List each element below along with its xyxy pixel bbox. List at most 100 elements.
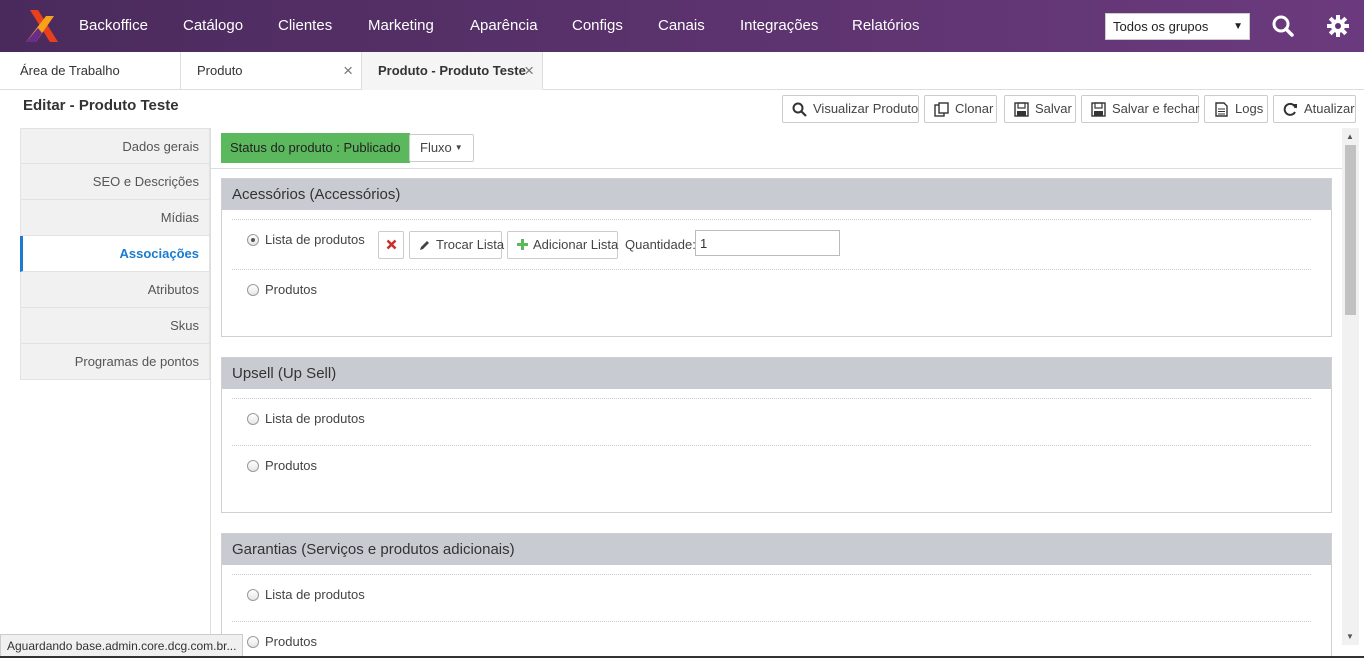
sidebar-item-atributos[interactable]: Atributos — [20, 272, 210, 308]
flow-dropdown-button[interactable]: Fluxo ▼ — [409, 134, 474, 162]
scroll-down-icon[interactable]: ▼ — [1346, 632, 1354, 641]
status-badge: Status do produto : Publicado — [221, 133, 410, 163]
divider — [232, 269, 1311, 270]
panel-title: Acessórios (Accessórios) — [222, 179, 1331, 210]
radio-unselected[interactable] — [247, 636, 259, 648]
save-close-label: Salvar e fechar — [1112, 101, 1200, 116]
panel-garantias: Garantias (Serviços e produtos adicionai… — [221, 533, 1332, 658]
group-select[interactable]: Todos os grupos ▼ — [1105, 13, 1250, 40]
remove-x-icon — [386, 239, 396, 250]
page-title: Editar - Produto Teste — [23, 97, 179, 114]
sidebar-item-associacoes[interactable]: Associações — [20, 236, 210, 272]
radio-produtos[interactable]: Produtos — [247, 634, 317, 649]
divider — [232, 219, 1311, 220]
radio-lista-de-produtos[interactable]: Lista de produtos — [247, 411, 365, 426]
nav-integracoes[interactable]: Integrações — [740, 0, 818, 52]
save-button[interactable]: Salvar — [1004, 95, 1076, 123]
flow-label: Fluxo — [420, 140, 452, 155]
radio-label: Produtos — [265, 634, 318, 649]
radio-label: Produtos — [265, 282, 318, 297]
top-navbar: Backoffice Catálogo Clientes Marketing A… — [0, 0, 1364, 52]
scroll-up-icon[interactable]: ▲ — [1346, 132, 1354, 141]
tab-produto-teste[interactable]: Produto - Produto Teste × — [362, 52, 543, 90]
clone-button[interactable]: Clonar — [924, 95, 997, 123]
nav-backoffice[interactable]: Backoffice — [79, 0, 148, 52]
radio-label: Lista de produtos — [265, 232, 365, 247]
group-select-value: Todos os grupos — [1113, 19, 1209, 34]
tab-area-de-trabalho[interactable]: Área de Trabalho — [0, 52, 181, 90]
radio-label: Lista de produtos — [265, 411, 365, 426]
refresh-button[interactable]: Atualizar — [1273, 95, 1356, 123]
radio-label: Produtos — [265, 458, 318, 473]
floppy-icon — [1091, 102, 1106, 117]
save-close-button[interactable]: Salvar e fechar — [1081, 95, 1199, 123]
nav-marketing[interactable]: Marketing — [368, 0, 434, 52]
nav-catalogo[interactable]: Catálogo — [183, 0, 243, 52]
divider — [232, 445, 1311, 446]
section-sidebar: Dados gerais SEO e Descrições Mídias Ass… — [20, 128, 210, 380]
radio-label: Lista de produtos — [265, 587, 365, 602]
radio-produtos[interactable]: Produtos — [247, 458, 317, 473]
close-icon[interactable]: × — [343, 52, 353, 89]
panel-title: Garantias (Serviços e produtos adicionai… — [222, 534, 1331, 565]
radio-produtos[interactable]: Produtos — [247, 282, 317, 297]
radio-selected[interactable] — [247, 234, 259, 246]
chevron-down-icon: ▼ — [1233, 21, 1243, 32]
refresh-label: Atualizar — [1304, 101, 1355, 116]
floppy-icon — [1014, 102, 1029, 117]
pencil-icon — [420, 241, 429, 250]
sidebar-item-seo[interactable]: SEO e Descrições — [20, 164, 210, 200]
divider — [232, 398, 1311, 399]
vertical-scrollbar[interactable]: ▲ ▼ — [1342, 128, 1359, 645]
quantity-field[interactable] — [695, 230, 840, 256]
add-list-label: Adicionar Lista — [533, 237, 619, 252]
sidebar-item-programas-de-pontos[interactable]: Programas de pontos — [20, 344, 210, 380]
divider — [232, 574, 1311, 575]
nav-clientes[interactable]: Clientes — [278, 0, 332, 52]
quantity-label: Quantidade: — [625, 237, 696, 252]
plus-icon — [517, 239, 528, 250]
nav-relatorios[interactable]: Relatórios — [852, 0, 920, 52]
nav-configs[interactable]: Configs — [572, 0, 623, 52]
nav-canais[interactable]: Canais — [658, 0, 705, 52]
radio-unselected[interactable] — [247, 589, 259, 601]
tab-label: Área de Trabalho — [20, 63, 120, 78]
main-content: Status do produto : Publicado Fluxo ▼ Ace… — [211, 128, 1342, 658]
logs-label: Logs — [1235, 101, 1264, 116]
logo-x-icon[interactable] — [24, 10, 58, 42]
search-icon[interactable] — [1271, 14, 1295, 38]
tab-produto[interactable]: Produto × — [181, 52, 362, 90]
gear-icon[interactable] — [1326, 14, 1350, 38]
panel-upsell: Upsell (Up Sell) Lista de produtos Produ… — [221, 357, 1332, 513]
caret-down-icon: ▼ — [454, 143, 463, 152]
view-product-label: Visualizar Produto — [813, 101, 919, 116]
add-list-button[interactable]: Adicionar Lista — [507, 231, 618, 259]
document-tabs: Área de Trabalho Produto × Produto - Pro… — [0, 52, 1364, 90]
close-icon[interactable]: × — [524, 52, 534, 89]
copy-icon — [934, 102, 949, 117]
clone-label: Clonar — [955, 101, 994, 116]
tab-label: Produto - Produto Teste — [378, 63, 526, 78]
change-list-label: Trocar Lista — [436, 237, 505, 252]
sidebar-item-skus[interactable]: Skus — [20, 308, 210, 344]
refresh-icon — [1283, 102, 1297, 116]
radio-unselected[interactable] — [247, 413, 259, 425]
logs-button[interactable]: Logs — [1204, 95, 1268, 123]
panel-acessorios: Acessórios (Accessórios) Lista de produt… — [221, 178, 1332, 337]
remove-list-button[interactable] — [378, 231, 404, 259]
scroll-thumb[interactable] — [1345, 145, 1356, 315]
sidebar-item-dados-gerais[interactable]: Dados gerais — [20, 128, 210, 164]
radio-lista-de-produtos[interactable]: Lista de produtos — [247, 232, 365, 247]
radio-unselected[interactable] — [247, 460, 259, 472]
radio-unselected[interactable] — [247, 284, 259, 296]
tab-label: Produto — [197, 63, 243, 78]
nav-aparencia[interactable]: Aparência — [470, 0, 538, 52]
divider — [232, 621, 1311, 622]
search-icon — [792, 102, 807, 117]
browser-status-text: Aguardando base.admin.core.dcg.com.br... — [0, 634, 244, 658]
document-icon — [1215, 102, 1228, 117]
radio-lista-de-produtos[interactable]: Lista de produtos — [247, 587, 365, 602]
view-product-button[interactable]: Visualizar Produto — [782, 95, 919, 123]
sidebar-item-midias[interactable]: Mídias — [20, 200, 210, 236]
change-list-button[interactable]: Trocar Lista — [409, 231, 505, 259]
